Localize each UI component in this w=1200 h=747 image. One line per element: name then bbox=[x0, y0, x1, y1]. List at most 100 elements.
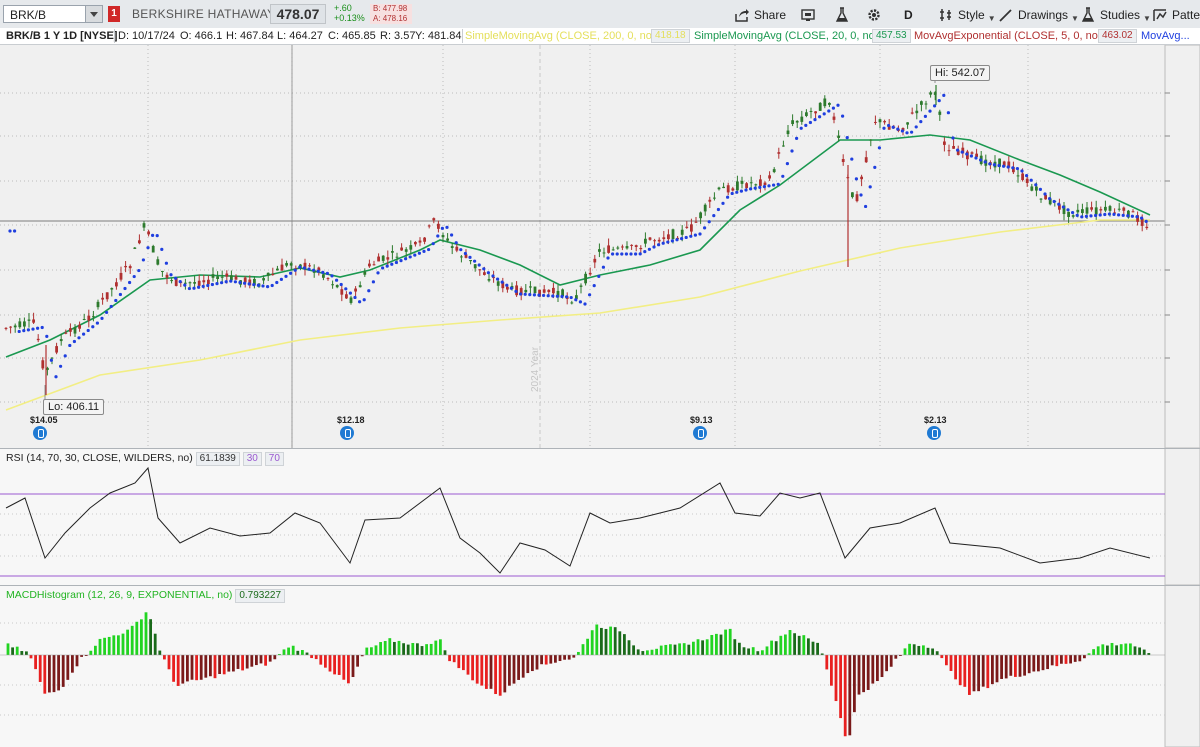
price-bar-body bbox=[593, 258, 597, 263]
style-button[interactable]: Style ▼ bbox=[938, 6, 996, 24]
ema5-dot bbox=[785, 162, 790, 166]
flag-badge[interactable]: 1 bbox=[108, 6, 120, 22]
dividend-event[interactable]: $2.13 bbox=[924, 415, 947, 440]
ema5-dot bbox=[583, 302, 587, 306]
price-bar-body bbox=[648, 237, 652, 240]
rsi-chart[interactable] bbox=[0, 448, 1200, 585]
macd-histogram-bar bbox=[434, 640, 438, 655]
price-bar-body bbox=[533, 286, 537, 294]
ema5-study-label[interactable]: MovAvgExponential (CLOSE, 5, 0, no) bbox=[914, 30, 1102, 42]
ema5-dot bbox=[316, 269, 320, 273]
price-bar-body bbox=[703, 204, 707, 212]
price-bar-body bbox=[869, 139, 873, 141]
price-bar-body bbox=[105, 292, 109, 300]
settings-button[interactable] bbox=[866, 6, 882, 24]
ema5-dot bbox=[951, 136, 955, 140]
period-button[interactable]: D bbox=[904, 6, 913, 24]
price-bar-body bbox=[469, 260, 472, 262]
patterns-icon bbox=[1152, 7, 1168, 23]
ema5-dot bbox=[105, 310, 109, 315]
macd-histogram-bar bbox=[986, 655, 990, 689]
ema5-dot bbox=[735, 190, 739, 194]
macd-axis bbox=[1164, 585, 1200, 747]
ema5-dot bbox=[49, 358, 54, 362]
ema5-dot bbox=[146, 246, 150, 250]
macd-histogram-bar bbox=[784, 634, 787, 655]
macd-label[interactable]: MACDHistogram (12, 26, 9, EXPONENTIAL, n… bbox=[6, 589, 232, 601]
dividend-event[interactable]: $12.18 bbox=[337, 415, 365, 440]
sma20-study-label[interactable]: SimpleMovingAvg (CLOSE, 20, 0, no) bbox=[694, 30, 878, 42]
macd-histogram-bar bbox=[641, 651, 645, 655]
ema5-dot bbox=[808, 120, 813, 125]
rsi-label[interactable]: RSI (14, 70, 30, CLOSE, WILDERS, no) bbox=[6, 452, 193, 464]
macd-histogram-bar bbox=[480, 655, 484, 686]
macd-histogram-bar bbox=[673, 644, 677, 655]
price-bar-body bbox=[786, 130, 790, 135]
macd-histogram-bar bbox=[448, 655, 451, 662]
ema5-dot bbox=[307, 267, 311, 271]
studies-button[interactable]: Studies ▼ bbox=[1080, 6, 1151, 24]
price-bar-body bbox=[791, 120, 794, 125]
macd-histogram-bar bbox=[1032, 655, 1036, 672]
divider bbox=[114, 29, 115, 43]
macd-histogram-bar bbox=[130, 625, 134, 655]
price-bar-body bbox=[220, 276, 224, 278]
macd-histogram-bar bbox=[659, 645, 663, 655]
ema5-dot bbox=[992, 163, 997, 167]
ema5-dot bbox=[45, 334, 49, 338]
top-toolbar: BRK/B 1 BERKSHIRE HATHAWAY B 478.07 +.60… bbox=[0, 0, 1200, 29]
dividend-event[interactable]: $14.05 bbox=[30, 415, 58, 440]
macd-histogram-bar bbox=[186, 655, 189, 682]
ema5-dot bbox=[519, 292, 523, 296]
price-bar-body bbox=[82, 319, 86, 321]
macd-histogram-bar bbox=[190, 655, 194, 680]
macd-histogram-bar bbox=[696, 639, 700, 655]
ema5-dot bbox=[1084, 214, 1088, 218]
lightbulb-icon bbox=[693, 426, 707, 440]
price-chart[interactable] bbox=[0, 45, 1200, 448]
price-bar-body bbox=[584, 273, 587, 284]
macd-histogram-bar bbox=[719, 634, 723, 655]
macd-histogram-bar bbox=[618, 631, 622, 655]
symbol-selector[interactable]: BRK/B bbox=[3, 5, 103, 23]
chevron-down-icon[interactable] bbox=[85, 6, 102, 22]
price-bar-body bbox=[782, 145, 785, 147]
drawings-button[interactable]: Drawings ▼ bbox=[998, 6, 1079, 24]
ema5-dot bbox=[1144, 219, 1148, 223]
trophy-button[interactable] bbox=[800, 6, 816, 24]
sma200-study-label[interactable]: SimpleMovingAvg (CLOSE, 200, 0, no) bbox=[465, 30, 656, 42]
macd-histogram-bar bbox=[328, 655, 332, 672]
macd-histogram-bar bbox=[1115, 645, 1118, 655]
ema5-dot bbox=[1052, 199, 1056, 204]
ema5-dot bbox=[233, 280, 237, 284]
price-bar-body bbox=[832, 116, 836, 120]
patterns-button[interactable]: Patter bbox=[1152, 6, 1200, 24]
macd-histogram-bar bbox=[678, 643, 681, 655]
price-bar-body bbox=[690, 224, 693, 232]
price-bar-body bbox=[768, 175, 771, 179]
share-button[interactable]: Share bbox=[734, 6, 786, 24]
macd-chart[interactable] bbox=[0, 585, 1200, 747]
price-bar-body bbox=[32, 319, 35, 323]
flask-button[interactable] bbox=[834, 6, 850, 24]
macd-histogram-bar bbox=[526, 655, 530, 674]
price-bar-body bbox=[142, 223, 146, 228]
macd-histogram-bar bbox=[222, 655, 226, 675]
more-studies-label[interactable]: MovAvg... bbox=[1141, 30, 1190, 42]
macd-histogram-bar bbox=[255, 655, 258, 666]
ema5-dot bbox=[997, 163, 1001, 168]
ema5-dot bbox=[215, 282, 219, 286]
macd-histogram-bar bbox=[811, 641, 815, 655]
price-bar-body bbox=[354, 288, 357, 292]
ema5-dot bbox=[321, 270, 325, 274]
symbol-text: BRK/B bbox=[10, 8, 47, 22]
ema5-dot bbox=[141, 258, 145, 262]
share-icon bbox=[734, 7, 750, 23]
style-label: Style bbox=[958, 8, 985, 22]
ema5-dot bbox=[684, 235, 688, 240]
ema5-dot bbox=[767, 184, 771, 188]
dividend-event[interactable]: $9.13 bbox=[690, 415, 713, 440]
caret-down-icon: ▼ bbox=[1143, 13, 1151, 23]
macd-histogram-bar bbox=[250, 655, 254, 667]
ema5-dot bbox=[445, 225, 449, 229]
